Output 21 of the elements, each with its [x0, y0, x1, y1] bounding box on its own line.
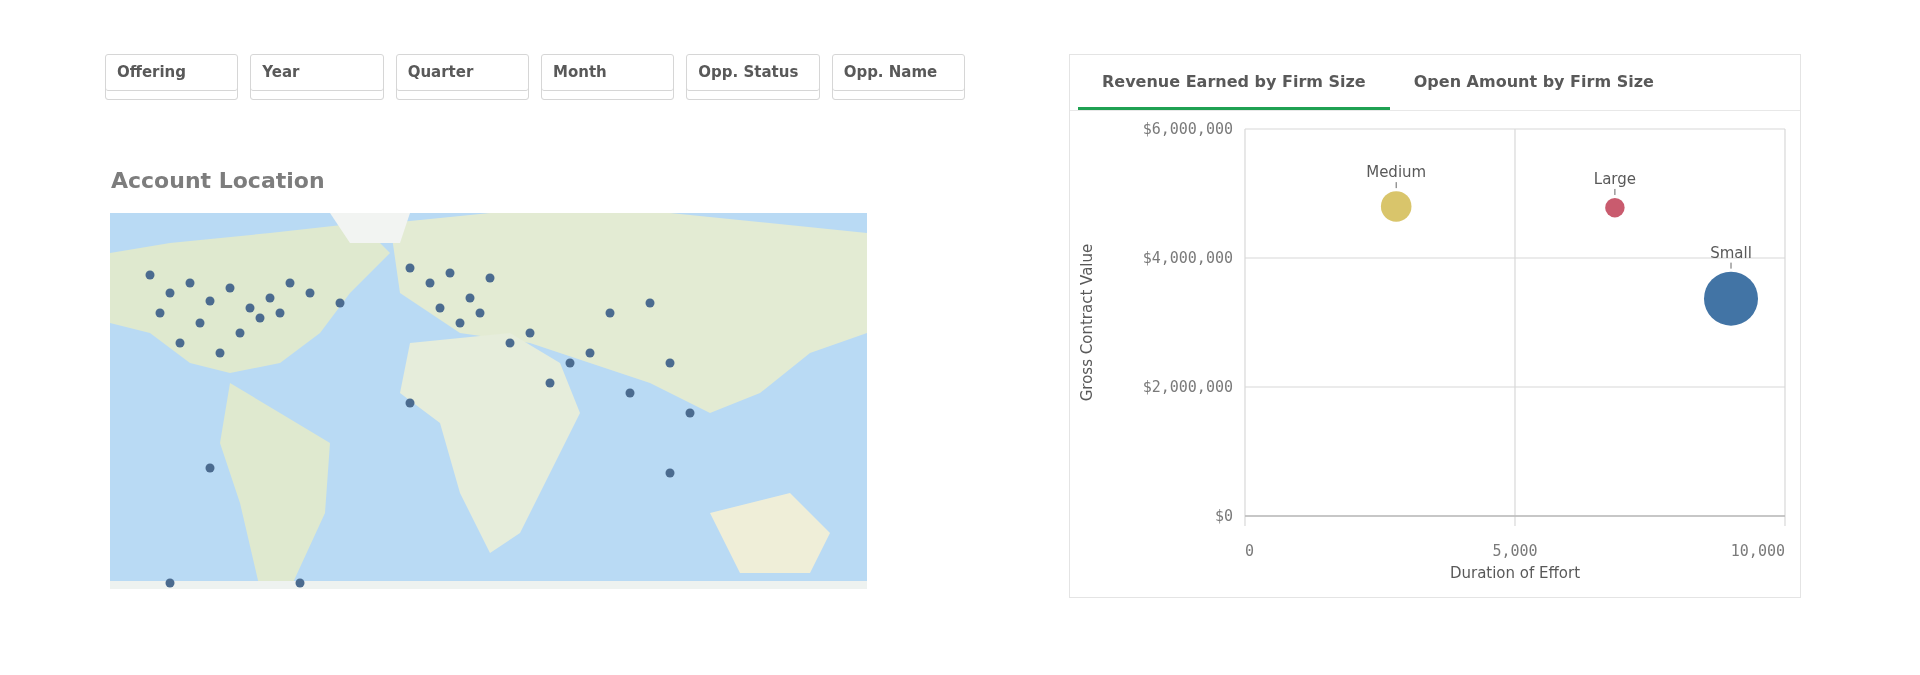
- chart-tab[interactable]: Revenue Earned by Firm Size: [1078, 55, 1390, 110]
- filter-button[interactable]: Opp. Status: [686, 54, 820, 100]
- axis-tick-label: 5,000: [1492, 542, 1538, 560]
- axis-tick-label: 0: [1245, 542, 1255, 560]
- filter-button[interactable]: Offering: [105, 54, 239, 100]
- axis-tick-label: 10,000: [1730, 542, 1785, 560]
- axis-tick-label: $0: [1214, 507, 1233, 525]
- filter-button[interactable]: Opp. Name: [831, 54, 965, 100]
- data-label: Small: [1710, 243, 1752, 262]
- data-label: Large: [1593, 169, 1636, 188]
- y-axis-title: Gross Contract Value: [1078, 243, 1096, 402]
- filter-button[interactable]: Year: [250, 54, 384, 100]
- axis-tick-label: $4,000,000: [1142, 249, 1233, 267]
- x-axis-title: Duration of Effort: [1449, 564, 1581, 582]
- chart-tab[interactable]: Open Amount by Firm Size: [1389, 55, 1678, 110]
- axis-tick-label: $6,000,000: [1142, 120, 1233, 138]
- filter-button[interactable]: Month: [541, 54, 675, 100]
- section-title: Account Location: [111, 168, 325, 193]
- axis-tick-label: $2,000,000: [1142, 378, 1233, 396]
- filter-button[interactable]: Quarter: [395, 54, 529, 100]
- data-label: Medium: [1366, 163, 1427, 182]
